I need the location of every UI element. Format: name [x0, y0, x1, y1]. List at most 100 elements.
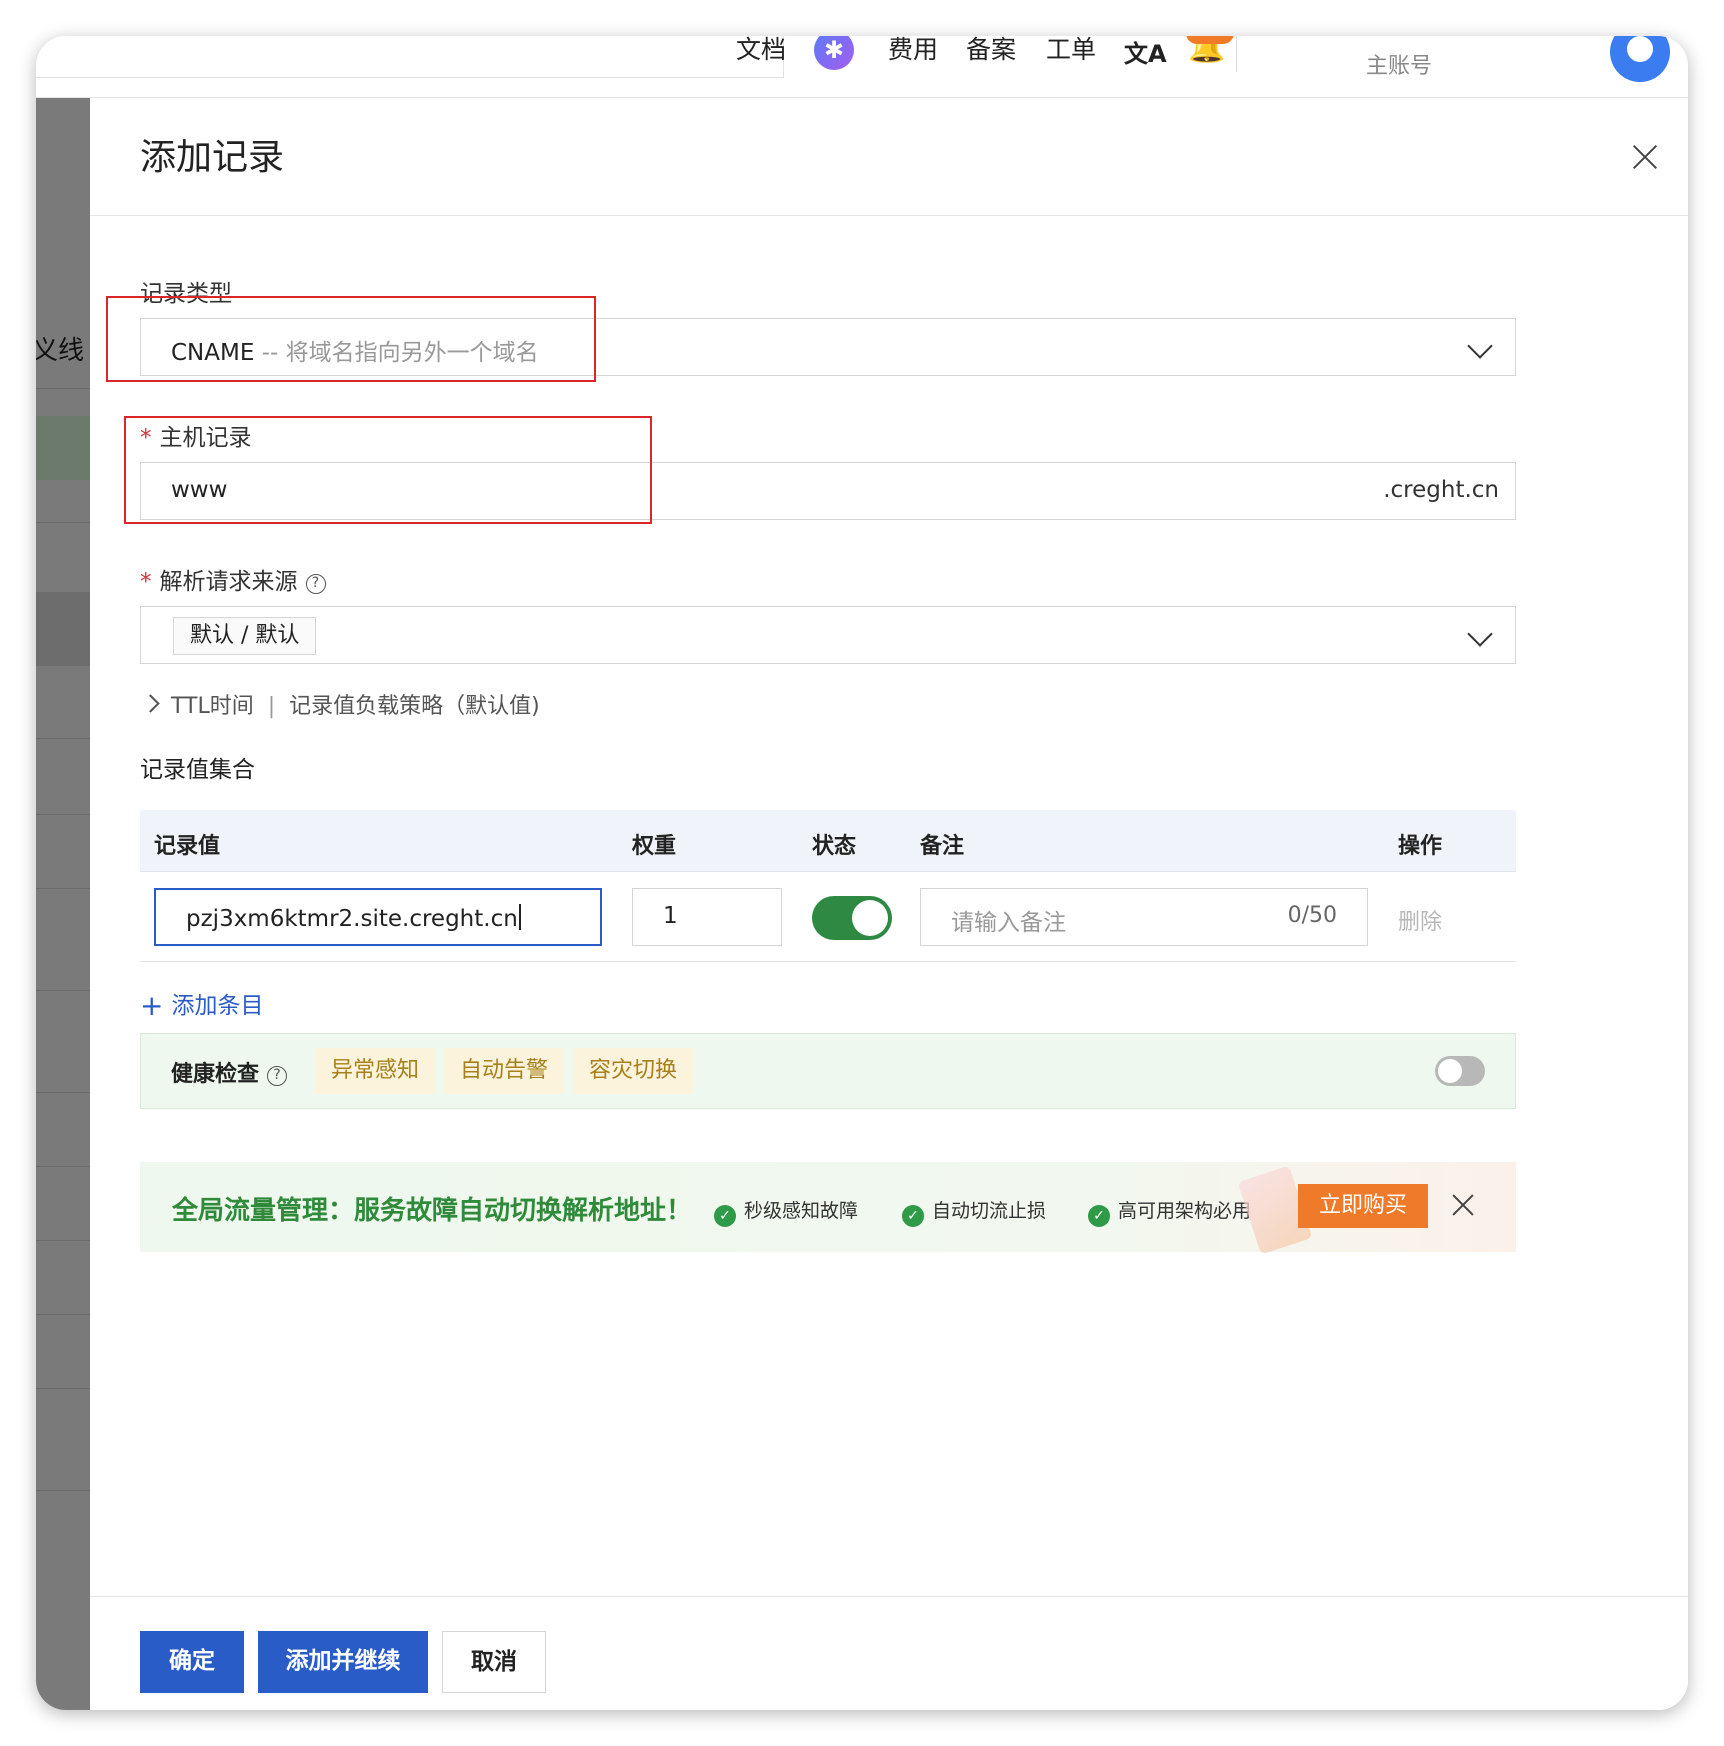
promo-headline: 全局流量管理：服务故障自动切换解析地址！ [172, 1196, 693, 1226]
cancel-button[interactable]: 取消 [442, 1631, 546, 1693]
buy-now-button[interactable]: 立即购买 [1298, 1184, 1428, 1228]
backdrop-divider [36, 738, 90, 739]
promo-feature: ✓ 秒级感知故障 [714, 1196, 858, 1227]
record-type-hint: -- 将域名指向另外一个域名 [261, 340, 539, 366]
add-entry-label: 添加条目 [171, 993, 264, 1019]
ai-assistant-icon[interactable]: ✱ [814, 36, 854, 70]
required-asterisk: * [140, 569, 152, 595]
weight-input[interactable]: 1 [632, 888, 782, 946]
backdrop-divider [36, 1490, 90, 1491]
column-header-weight: 权重 [632, 834, 677, 859]
record-value-table: 记录值 权重 状态 备注 操作 pzj3xm6ktmr2.site.creght… [140, 810, 1516, 962]
plus-icon: + [140, 989, 164, 1022]
host-record-value: www [171, 477, 228, 503]
chevron-down-icon [1467, 621, 1493, 647]
health-check-panel: 健康检查? 异常感知 自动告警 容灾切换 [140, 1033, 1516, 1109]
table-row: pzj3xm6ktmr2.site.creght.cn 1 请输入备注 0/50 … [140, 872, 1516, 962]
source-tag: 默认 / 默认 [173, 617, 317, 655]
delete-button[interactable]: 删除 [1398, 904, 1442, 936]
backdrop-divider [36, 1314, 90, 1315]
promo-feature: ✓ 自动切流止损 [902, 1196, 1046, 1227]
nav-divider [1236, 36, 1237, 72]
backdrop-label: 义线 [36, 336, 85, 366]
promo-feature-text: 秒级感知故障 [744, 1200, 859, 1222]
chevron-down-icon [1467, 333, 1493, 359]
app-window: 文档 ✱ 费用 备案 工单 文A 🔔 主账号 义线 添加记录 记录类型 CNAM… [36, 36, 1688, 1710]
record-type-value: CNAME -- 将域名指向另外一个域名 [171, 333, 539, 367]
promo-feature: ✓ 高可用架构必用 [1088, 1196, 1251, 1227]
source-label: * 解析请求来源? [140, 562, 326, 596]
ttl-label: TTL时间 [171, 694, 254, 719]
host-record-label-text: 主机记录 [159, 425, 252, 451]
confirm-button[interactable]: 确定 [140, 1631, 244, 1693]
nav-icp-filing[interactable]: 备案 [966, 36, 1016, 68]
nav-billing[interactable]: 费用 [888, 36, 938, 68]
promo-banner: 全局流量管理：服务故障自动切换解析地址！ ✓ 秒级感知故障 ✓ 自动切流止损 ✓ 高可… [140, 1162, 1516, 1255]
record-type-select[interactable]: CNAME -- 将域名指向另外一个域名 [140, 318, 1516, 376]
feature-tag: 自动告警 [444, 1048, 565, 1094]
chevron-right-icon [141, 694, 160, 713]
backdrop-divider [36, 1240, 90, 1241]
avatar[interactable] [1610, 36, 1670, 82]
help-icon[interactable]: ? [305, 574, 326, 594]
column-header-value: 记录值 [154, 834, 221, 859]
advanced-settings-toggle[interactable]: TTL时间 | 记录值负载策略（默认值) [140, 688, 540, 720]
required-asterisk: * [140, 425, 152, 451]
add-and-continue-button[interactable]: 添加并继续 [258, 1631, 428, 1693]
check-icon: ✓ [1088, 1205, 1110, 1227]
table-header: 记录值 权重 状态 备注 操作 [140, 810, 1516, 872]
separator: | [267, 694, 276, 719]
backdrop-divider [36, 1166, 90, 1167]
backdrop-divider [36, 888, 90, 889]
value-set-title: 记录值集合 [140, 757, 255, 783]
backdrop-tab [36, 416, 90, 480]
note-placeholder: 请输入备注 [951, 910, 1066, 936]
add-record-drawer: 添加记录 记录类型 CNAME -- 将域名指向另外一个域名 * 主机记录 www… [90, 98, 1688, 1710]
backdrop-header-row [36, 592, 90, 666]
help-icon[interactable]: ? [267, 1066, 288, 1086]
text-caret [518, 904, 521, 930]
note-char-count: 0/50 [1287, 903, 1337, 928]
feature-tag: 容灾切换 [573, 1048, 694, 1094]
backdrop-divider [36, 388, 90, 389]
check-icon: ✓ [714, 1205, 736, 1227]
drawer-footer: 确定 添加并继续 取消 [90, 1596, 1688, 1710]
domain-suffix: .creght.cn [1383, 477, 1499, 503]
page-backdrop: 义线 [36, 98, 90, 1710]
record-type-text: CNAME [171, 340, 255, 366]
health-check-toggle[interactable] [1435, 1056, 1485, 1086]
translate-icon[interactable]: 文A [1124, 36, 1167, 69]
drawer-header: 添加记录 [90, 98, 1688, 216]
health-check-title-text: 健康检查 [171, 1062, 260, 1087]
source-label-text: 解析请求来源 [159, 569, 298, 595]
source-select[interactable]: 默认 / 默认 [140, 606, 1516, 664]
column-header-status: 状态 [812, 834, 857, 859]
backdrop-divider [36, 990, 90, 991]
check-icon: ✓ [902, 1205, 924, 1227]
account-type-label: 主账号 [1366, 54, 1433, 79]
feature-tag: 异常感知 [315, 1048, 436, 1094]
record-value-input[interactable]: pzj3xm6ktmr2.site.creght.cn [154, 888, 602, 946]
health-check-title: 健康检查? [171, 1056, 288, 1088]
host-record-input[interactable]: www .creght.cn [140, 462, 1516, 520]
notification-badge [1186, 36, 1234, 44]
promo-feature-text: 高可用架构必用 [1118, 1200, 1252, 1222]
promo-feature-text: 自动切流止损 [932, 1200, 1047, 1222]
nav-docs[interactable]: 文档 [736, 36, 786, 68]
search-input[interactable] [36, 36, 784, 78]
backdrop-divider [36, 814, 90, 815]
backdrop-divider [36, 522, 90, 523]
status-toggle[interactable] [812, 896, 892, 940]
load-strategy-label: 记录值负载策略（默认值) [289, 694, 540, 719]
top-navbar: 文档 ✱ 费用 备案 工单 文A 🔔 主账号 [36, 36, 1688, 98]
record-type-label: 记录类型 [140, 281, 232, 307]
backdrop-divider [36, 1388, 90, 1389]
drawer-title: 添加记录 [140, 137, 285, 178]
close-icon[interactable] [1452, 1194, 1474, 1216]
close-icon[interactable] [1632, 144, 1658, 170]
add-entry-button[interactable]: + 添加条目 [140, 986, 263, 1022]
nav-ticket[interactable]: 工单 [1046, 36, 1096, 68]
record-value-text: pzj3xm6ktmr2.site.creght.cn [186, 906, 518, 932]
note-input[interactable]: 请输入备注 0/50 [920, 888, 1368, 946]
backdrop-divider [36, 1092, 90, 1093]
